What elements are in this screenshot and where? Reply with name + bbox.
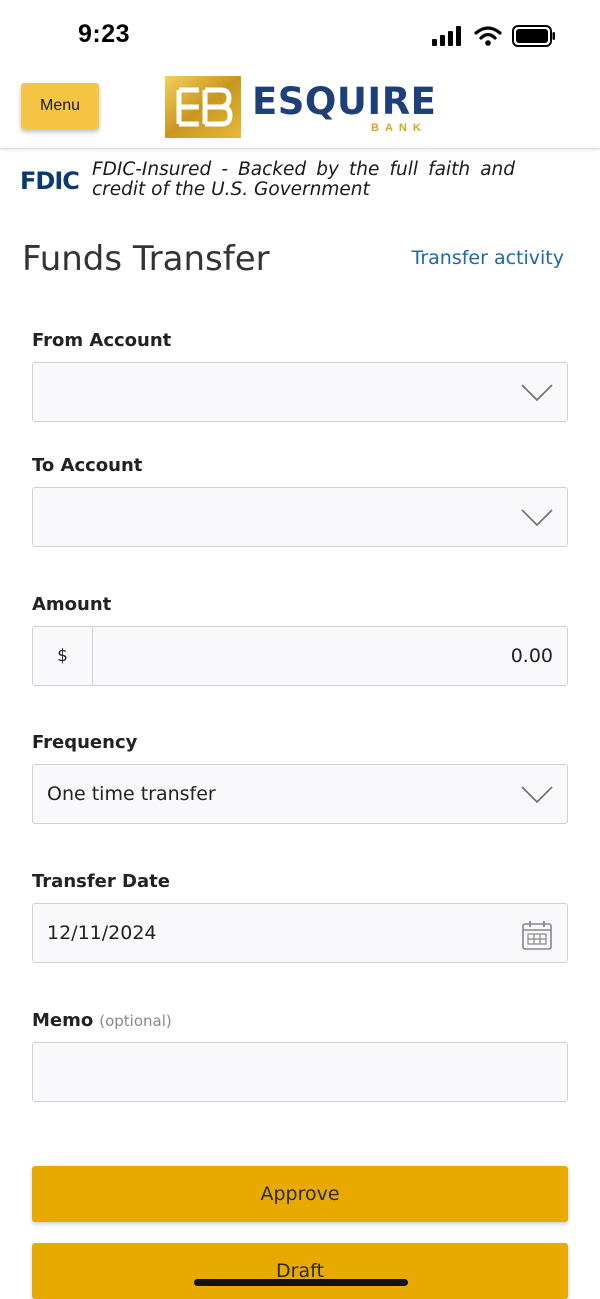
menu-button[interactable]: Menu	[21, 83, 99, 129]
home-indicator	[194, 1279, 408, 1286]
to-account-select[interactable]	[32, 487, 568, 547]
fdic-statement: FDIC-Insured - Backed by the full faith …	[92, 159, 515, 200]
signal-icon	[432, 26, 461, 46]
logo-mark-icon	[165, 76, 241, 138]
to-account-label: To Account	[32, 455, 143, 476]
esquire-bank-logo: ESQUIRE BANK	[165, 76, 437, 138]
approve-button[interactable]: Approve	[32, 1166, 568, 1222]
transfer-date-field[interactable]: 12/11/2024	[32, 903, 568, 963]
chevron-down-icon	[521, 384, 553, 402]
draft-button[interactable]: Draft	[32, 1243, 568, 1299]
transfer-activity-link[interactable]: Transfer activity	[412, 247, 564, 269]
amount-input[interactable]	[93, 627, 567, 685]
app-header: Menu ESQUIRE BANK	[0, 70, 600, 149]
wifi-icon	[474, 26, 502, 46]
status-icons	[432, 24, 556, 48]
calendar-icon[interactable]	[521, 919, 553, 951]
status-time: 9:23	[78, 20, 131, 48]
memo-field	[32, 1042, 568, 1102]
transfer-date-value: 12/11/2024	[47, 922, 157, 944]
amount-label: Amount	[32, 594, 112, 615]
chevron-down-icon	[521, 786, 553, 804]
memo-label-text: Memo	[32, 1010, 94, 1031]
from-account-label: From Account	[32, 330, 172, 351]
chevron-down-icon	[521, 509, 553, 527]
memo-label: Memo (optional)	[32, 1010, 172, 1031]
frequency-label: Frequency	[32, 732, 138, 753]
logo-sub: BANK	[371, 122, 427, 134]
memo-optional-hint: (optional)	[99, 1012, 172, 1030]
frequency-select[interactable]: One time transfer	[32, 764, 568, 824]
currency-symbol: $	[33, 627, 93, 685]
status-bar: 9:23	[0, 0, 600, 70]
page-title: Funds Transfer	[22, 239, 270, 279]
frequency-value: One time transfer	[47, 783, 216, 805]
logo-name: ESQUIRE	[252, 80, 437, 123]
fdic-logo: FDIC	[20, 167, 80, 195]
from-account-select[interactable]	[32, 362, 568, 422]
amount-field: $	[32, 626, 568, 686]
memo-input[interactable]	[33, 1043, 567, 1101]
battery-icon	[512, 25, 555, 47]
transfer-date-label: Transfer Date	[32, 871, 170, 892]
